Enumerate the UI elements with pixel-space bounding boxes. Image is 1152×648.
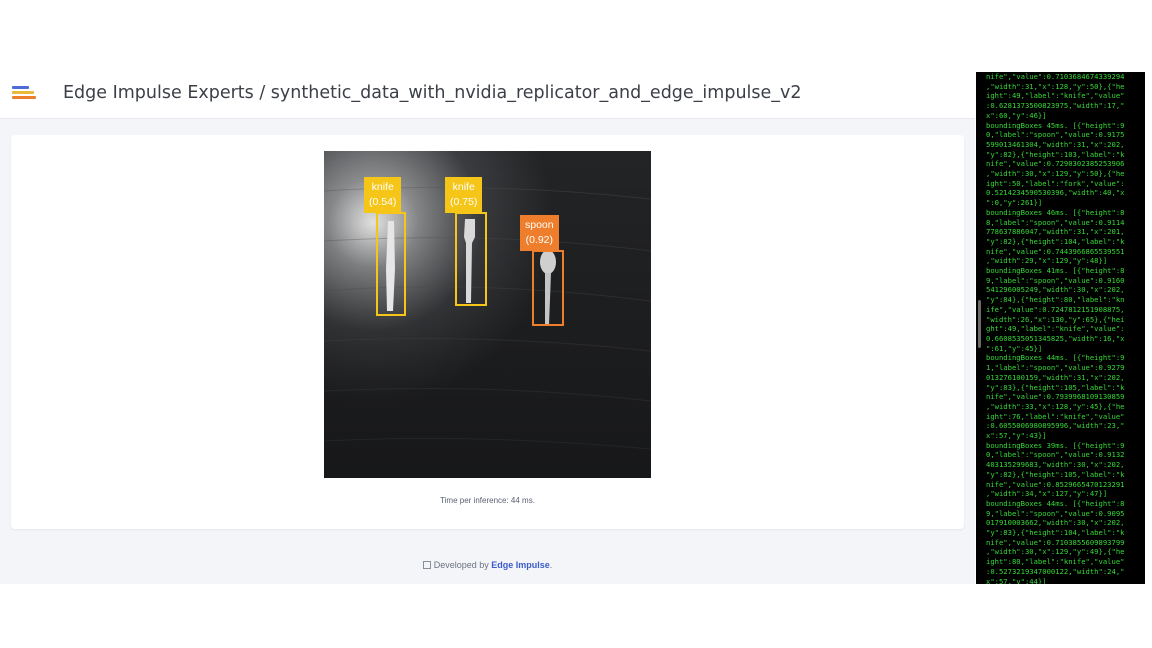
inference-time-text: Time per inference: 44 ms. [440,496,535,505]
terminal-line: ife","value":0.7247812151908875, [986,304,1125,314]
detection-label-knife-2: knife (0.75) [445,177,483,213]
terminal-line: ight":49,"label":"knife","value" [986,91,1125,101]
terminal-line: nife","value":0.8529665470123291 [986,479,1125,489]
terminal-line: 778637886047,"width":31,"x":201, [986,227,1125,237]
terminal-line: boundingBoxes 44ms. [{"height":8 [986,498,1125,508]
detection-box-knife-1 [376,212,406,316]
detection-score: (0.92) [525,234,554,246]
terminal-line: :0.5273219347000122,"width":24," [986,566,1125,576]
terminal-line: 599013461304,"width":31,"x":202, [986,139,1125,149]
detection-box-knife-2 [455,212,487,306]
terminal-log: nife","value":0.7103684674339294 ,"width"… [986,72,1138,584]
terminal-line: "y":84},{"height":80,"label":"kn [986,295,1125,305]
terminal-line: nife","value":0.7290302385253906 [986,159,1125,169]
terminal-line: 1,"label":"spoon","value":0.9279 [986,363,1125,373]
terminal-line: ght":49,"label":"knife","value": [986,324,1125,334]
terminal-line: ,"width":33,"x":128,"y":45},{"he [986,401,1125,411]
terminal-line: "y":83},{"height":104,"label":"k [986,528,1125,538]
terminal-line: ight":80,"label":"knife","value" [986,557,1125,567]
terminal-line: ,"width":34,"x":127,"y":47}] [986,489,1108,499]
page-title: Edge Impulse Experts / synthetic_data_wi… [63,83,802,103]
terminal-line: ight":76,"label":"knife","value" [986,411,1125,421]
terminal-line: 0,"label":"spoon","value":0.9175 [986,130,1125,140]
terminal-line: ,"width":29,"x":129,"y":48}] [986,256,1108,266]
terminal-line: "y":82},{"height":103,"label":"k [986,149,1125,159]
terminal-line: nife","value":0.7103684674339294 [986,72,1125,81]
app-window: Edge Impulse Experts / synthetic_data_wi… [0,72,975,584]
inference-card: knife (0.54) knife (0.75) spoon (0.92) T… [11,135,964,529]
terminal-line: nife","value":0.7443966865539551 [986,246,1125,256]
terminal-line: 0.5214234590530396,"width":40,"x [986,188,1125,198]
detection-score: (0.54) [369,196,397,208]
terminal-line: ight":50,"label":"fork","value": [986,178,1125,188]
terminal-line: 0,"label":"spoon","value":0.9132 [986,450,1125,460]
terminal-line: boundingBoxes 44ms. [{"height":9 [986,353,1125,363]
terminal-line: boundingBoxes 46ms. [{"height":8 [986,207,1125,217]
terminal-line: nife","value":0.7103855609893799 [986,537,1125,547]
terminal-line: "y":83},{"height":105,"label":"k [986,382,1125,392]
terminal-line: ,"width":30,"x":129,"y":49},{"he [986,547,1125,557]
footer-period: . [549,560,553,570]
footer: Developed by Edge Impulse. [0,560,975,570]
detection-label-spoon: spoon (0.92) [520,215,559,251]
terminal-line: ,"width":31,"x":128,"y":50},{"he [986,81,1125,91]
terminal-line: ":61,"y":45}] [986,343,1043,353]
detection-box-spoon [532,250,564,326]
terminal-line: "y":82},{"height":104,"label":"k [986,236,1125,246]
edge-impulse-link[interactable]: Edge Impulse [491,560,550,570]
terminal-line: ,"width":30,"x":129,"y":50},{"he [986,169,1125,179]
terminal-line: nife","value":0.7939968109130859 [986,392,1125,402]
footer-developed-by: Developed by [433,560,489,570]
terminal-scrollbar[interactable] [978,300,981,348]
terminal-line: x":57,"y":44}] [986,576,1047,584]
checkbox-icon [422,560,431,569]
edge-impulse-logo-icon[interactable] [12,86,36,104]
detection-label-knife-1: knife (0.54) [364,177,402,213]
terminal-line: 541296005249,"width":30,"x":202, [986,285,1125,295]
terminal-line: 8,"label":"spoon","value":0.9114 [986,217,1125,227]
terminal-line: 9,"label":"spoon","value":0.9160 [986,275,1125,285]
terminal-line: :0.6055006980895996,"width":23," [986,421,1125,431]
terminal-line: 0.6608535051345825,"width":16,"x [986,333,1125,343]
terminal-line: 403135299683,"width":30,"x":202, [986,460,1125,470]
terminal-line: ":0,"y":261}] [986,198,1043,208]
terminal-line: 9,"label":"spoon","value":0.9095 [986,508,1125,518]
detection-class: knife [452,181,475,193]
terminal-line: "width":26,"x":130,"y":65},{"hei [986,314,1125,324]
terminal-line: boundingBoxes 39ms. [{"height":9 [986,440,1125,450]
camera-feed: knife (0.54) knife (0.75) spoon (0.92) [324,151,651,478]
terminal-line: boundingBoxes 45ms. [{"height":9 [986,120,1125,130]
terminal-line: boundingBoxes 41ms. [{"height":8 [986,266,1125,276]
detection-class: knife [371,181,394,193]
terminal-line: x":57,"y":43}] [986,431,1047,441]
detection-score: (0.75) [450,196,478,208]
top-bar: Edge Impulse Experts / synthetic_data_wi… [0,72,975,119]
detection-class: spoon [525,219,554,231]
terminal-line: :0.6281373500823975,"width":17," [986,101,1125,111]
terminal-line: 013276100159,"width":31,"x":202, [986,372,1125,382]
terminal-line: "y":82},{"height":105,"label":"k [986,469,1125,479]
terminal-line: x":60,"y":46}] [986,110,1047,120]
terminal-line: 017910003662,"width":30,"x":202, [986,518,1125,528]
terminal-panel[interactable]: nife","value":0.7103684674339294 ,"width"… [976,72,1145,584]
